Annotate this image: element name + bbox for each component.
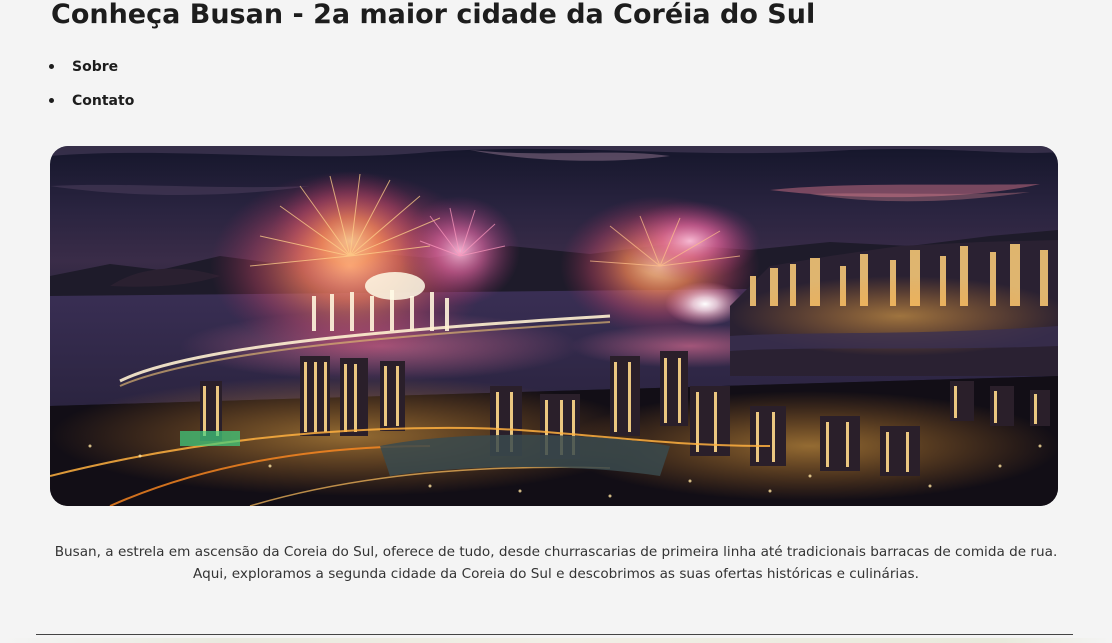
page-title: Conheça Busan - 2a maior cidade da Coréi… [51, 0, 816, 30]
nav-item-contato: Contato [48, 90, 134, 124]
divider [36, 634, 1073, 635]
nav-item-sobre: Sobre [48, 56, 134, 90]
intro-line-1: Busan, a estrela em ascensão da Coreia d… [54, 544, 1058, 560]
nav-link-contato[interactable]: Contato [72, 93, 134, 109]
hero-image [50, 146, 1058, 506]
page: Conheça Busan - 2a maior cidade da Coréi… [0, 0, 1112, 643]
nav-list: Sobre Contato [48, 56, 134, 124]
intro-line-2: Aqui, exploramos a segunda cidade da Cor… [193, 566, 919, 582]
bottom-strip [0, 638, 1112, 643]
intro-text: Busan, a estrela em ascensão da Coreia d… [40, 541, 1072, 585]
nav-link-sobre[interactable]: Sobre [72, 59, 118, 75]
